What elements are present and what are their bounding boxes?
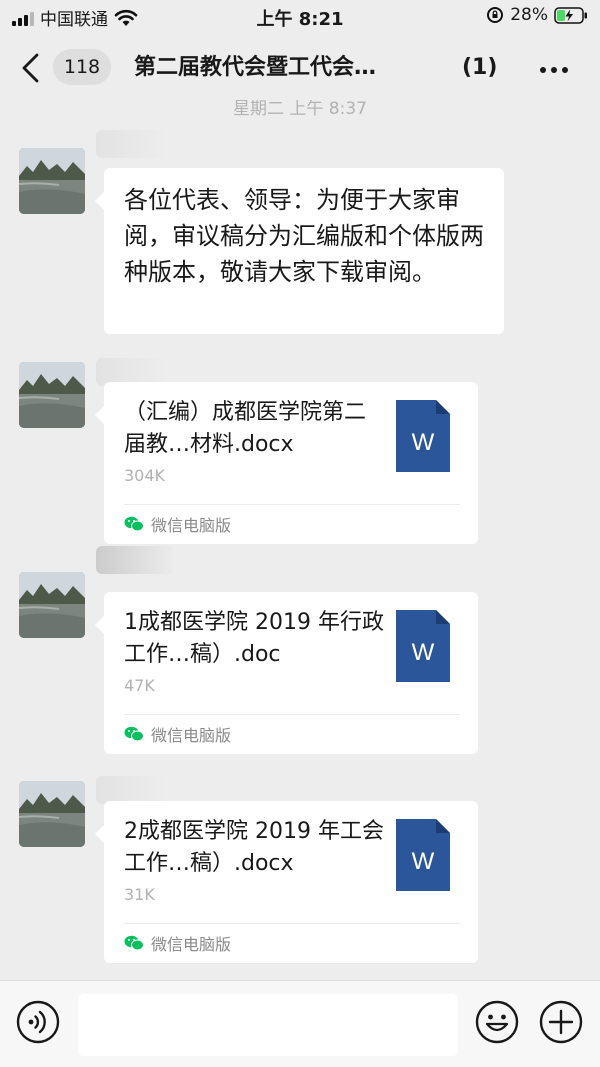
voice-icon[interactable] bbox=[16, 1000, 60, 1044]
battery-charging-icon bbox=[554, 6, 587, 24]
member-count: (1) bbox=[462, 55, 498, 80]
blurred-nickname bbox=[96, 130, 166, 158]
file-size: 47K bbox=[124, 676, 155, 695]
text-message-bubble[interactable]: 各位代表、领导：为便于大家审阅，审议稿分为汇编版和个体版两种版本，敬请大家下载审… bbox=[95, 168, 504, 334]
word-doc-letter: W bbox=[412, 429, 435, 456]
word-doc-icon: W bbox=[396, 610, 450, 682]
divider bbox=[124, 714, 460, 715]
rotation-lock-icon bbox=[487, 7, 504, 23]
file-name: （汇编）成都医学院第二届教…材料.docx bbox=[124, 400, 367, 457]
file-size: 31K bbox=[124, 885, 155, 904]
file-message-bubble[interactable]: 2成都医学院 2019 年工会工作…稿）.docx 31K W 微信电脑版 bbox=[95, 801, 478, 963]
blurred-nickname bbox=[96, 776, 166, 804]
sender-avatar[interactable] bbox=[19, 781, 85, 847]
battery-percent: 28% bbox=[510, 5, 548, 25]
file-source-label: 微信电脑版 bbox=[151, 726, 232, 745]
message-input[interactable] bbox=[78, 994, 458, 1056]
status-bar: 中国联通 上午 8:21 28% bbox=[0, 0, 600, 34]
wechat-icon bbox=[124, 516, 144, 532]
word-doc-icon: W bbox=[396, 819, 450, 891]
chevron-left-icon[interactable] bbox=[20, 52, 40, 84]
wechat-icon bbox=[124, 726, 144, 742]
landscape-photo-icon bbox=[19, 362, 85, 428]
chat-nav-bar: 118 第二届教代会暨工代会… (1) bbox=[0, 34, 600, 100]
file-source-label: 微信电脑版 bbox=[151, 935, 232, 954]
sender-avatar[interactable] bbox=[19, 572, 85, 638]
file-size: 304K bbox=[124, 466, 166, 485]
more-dots-icon[interactable] bbox=[539, 66, 569, 74]
word-doc-letter: W bbox=[412, 848, 435, 875]
divider bbox=[124, 923, 460, 924]
unread-count-badge[interactable]: 118 bbox=[53, 49, 111, 85]
landscape-photo-icon bbox=[19, 781, 85, 847]
file-message-bubble[interactable]: 1成都医学院 2019 年行政工作…稿）.doc 47K W 微信电脑版 bbox=[95, 592, 478, 754]
message-text: 各位代表、领导：为便于大家审阅，审议稿分为汇编版和个体版两种版本，敬请大家下载审… bbox=[124, 186, 484, 286]
file-source-label: 微信电脑版 bbox=[151, 516, 232, 535]
word-doc-icon: W bbox=[396, 400, 450, 472]
message-timestamp: 星期二 上午 8:37 bbox=[233, 100, 367, 119]
sender-avatar[interactable] bbox=[19, 362, 85, 428]
file-name: 1成都医学院 2019 年行政工作…稿）.doc bbox=[124, 610, 384, 667]
landscape-photo-icon bbox=[19, 572, 85, 638]
wechat-icon bbox=[124, 935, 144, 951]
message-input-bar bbox=[0, 980, 600, 1067]
landscape-photo-icon bbox=[19, 148, 85, 214]
file-name: 2成都医学院 2019 年工会工作…稿）.docx bbox=[124, 819, 384, 876]
emoji-icon[interactable] bbox=[475, 1000, 519, 1044]
plus-icon[interactable] bbox=[539, 1000, 583, 1044]
sender-avatar[interactable] bbox=[19, 148, 85, 214]
word-doc-letter: W bbox=[412, 639, 435, 666]
chat-title: 第二届教代会暨工代会… bbox=[134, 55, 377, 80]
divider bbox=[124, 504, 460, 505]
message-list[interactable]: 星期二 上午 8:37 各位代表、领导：为便于大家审阅，审议稿分为汇编版和个体版… bbox=[0, 100, 600, 980]
blurred-nickname bbox=[96, 546, 176, 574]
file-message-bubble[interactable]: （汇编）成都医学院第二届教…材料.docx 304K W 微信电脑版 bbox=[95, 382, 478, 544]
